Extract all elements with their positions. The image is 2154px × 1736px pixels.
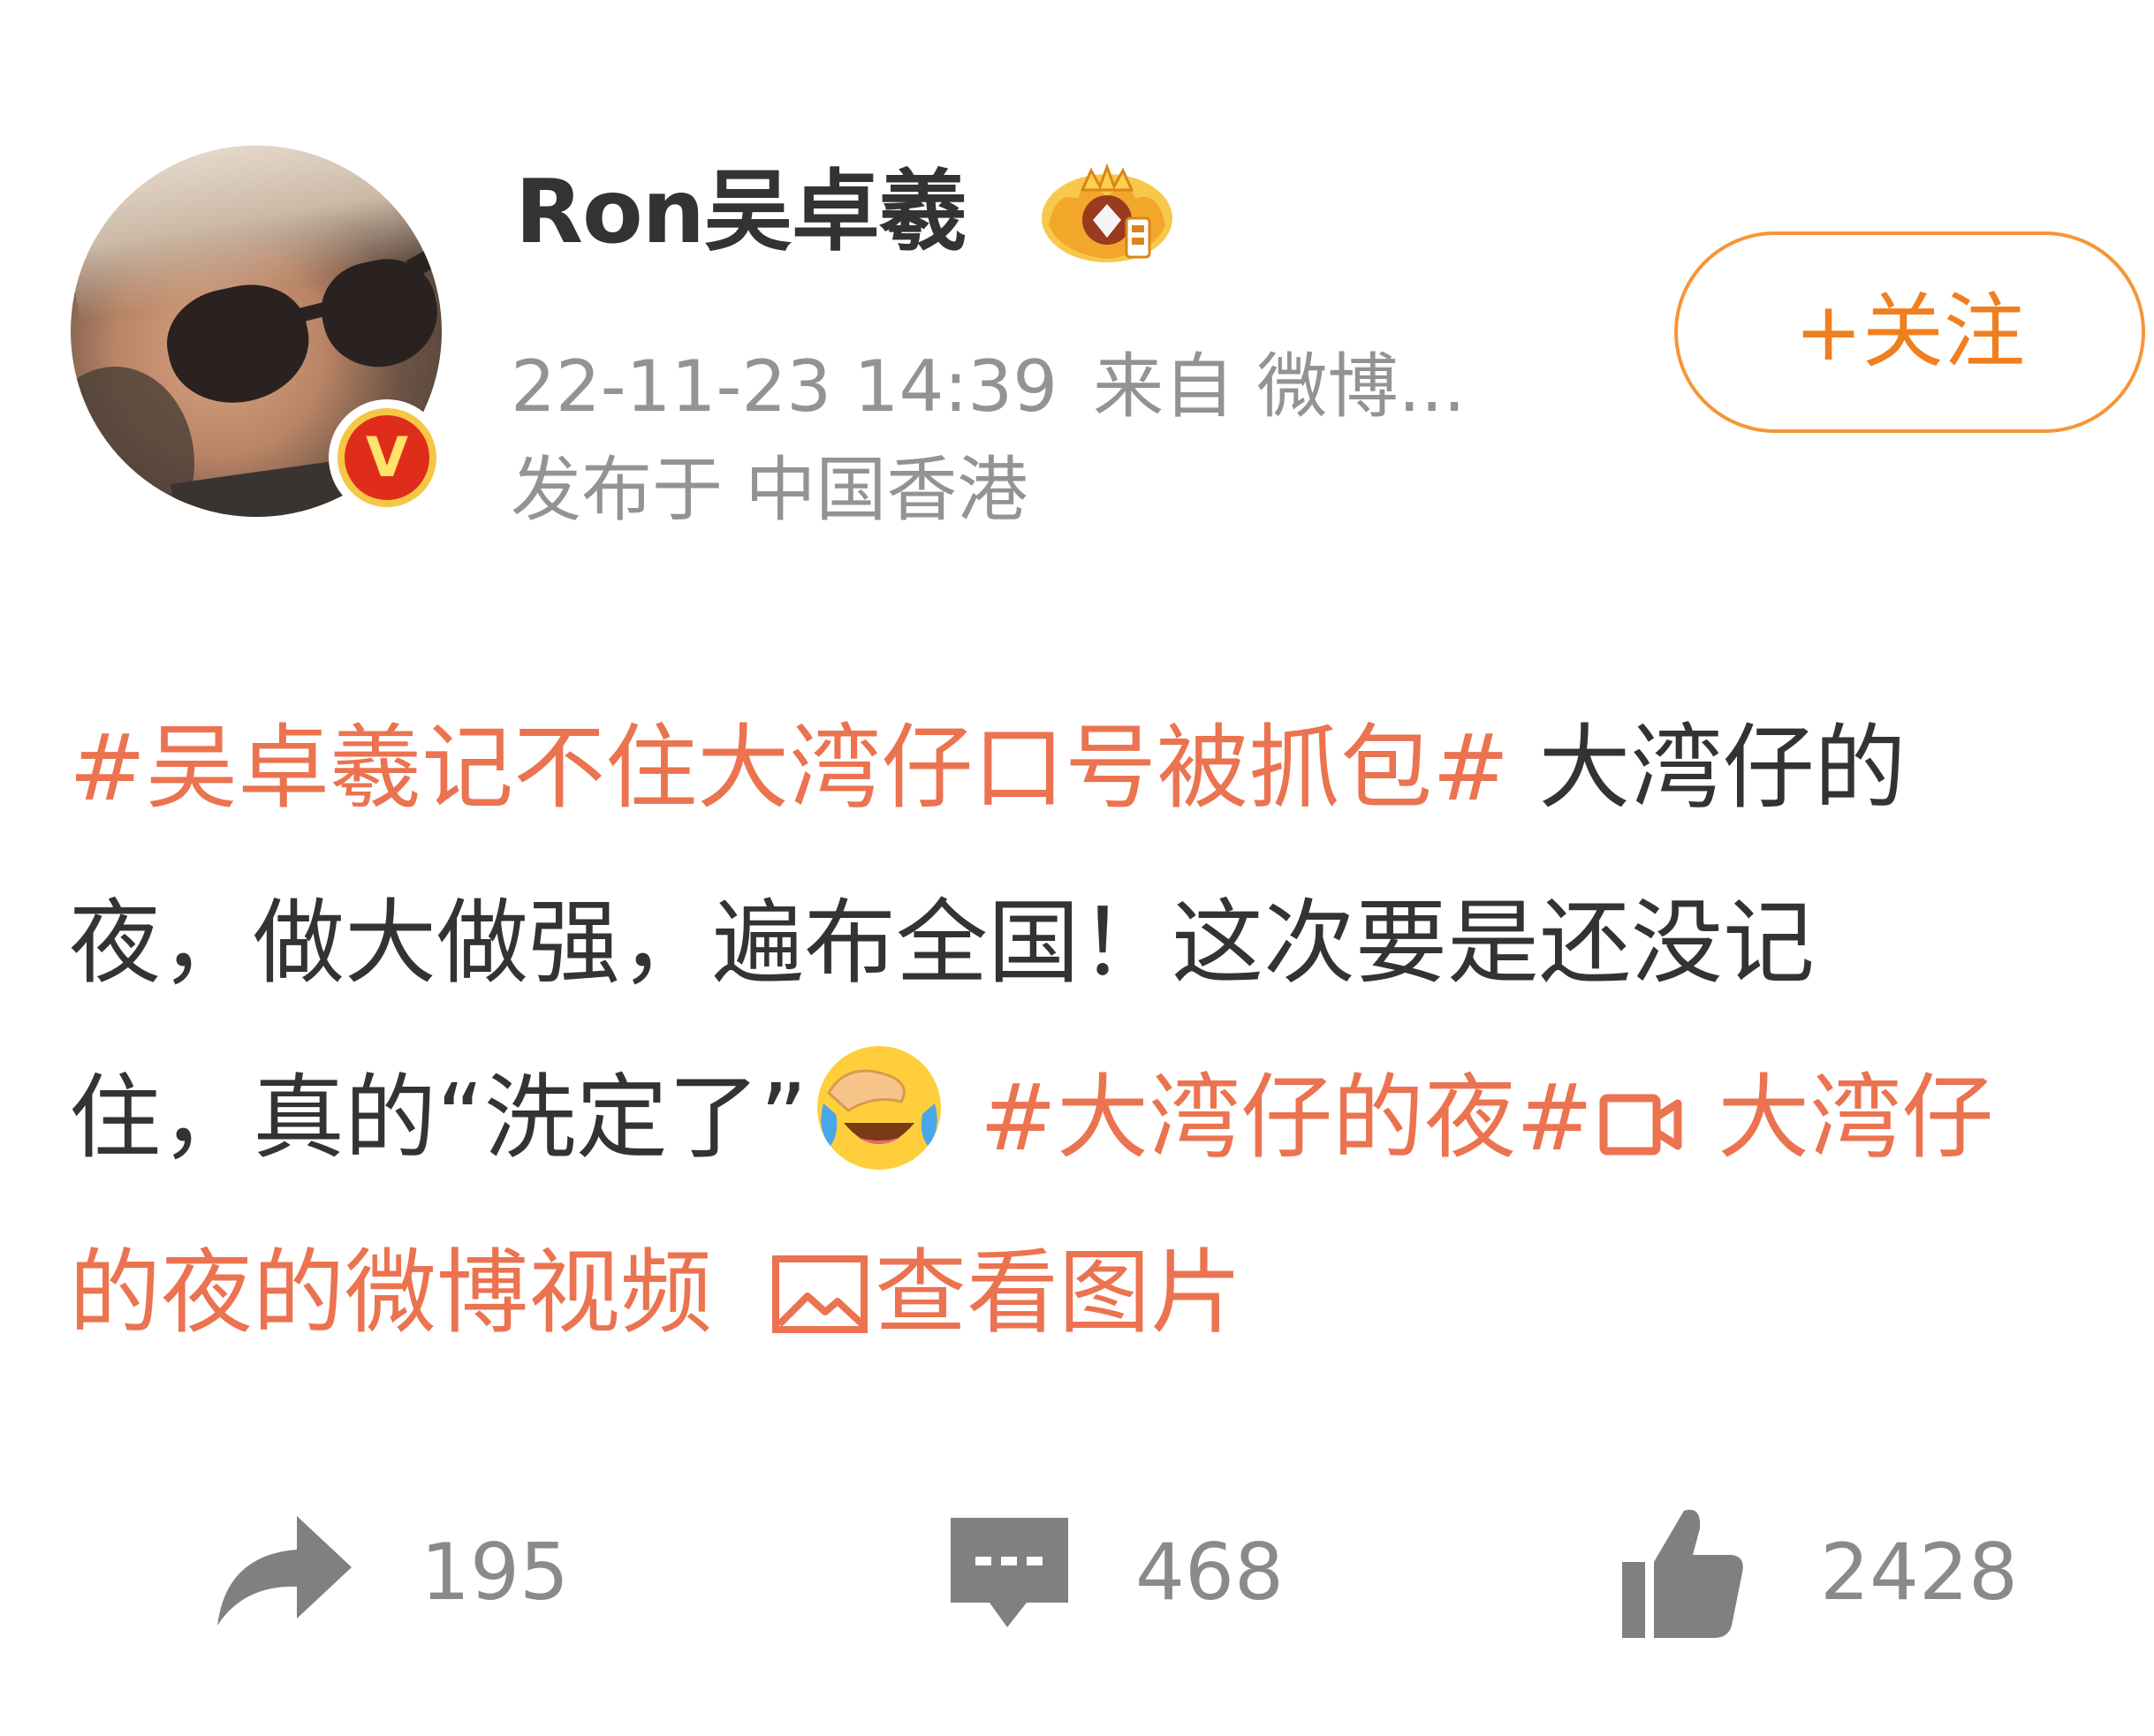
post-line: 住，真的“洗定了” #大湾仔的夜# 大湾仔 [69,1030,2119,1205]
hashtag-link[interactable]: #吴卓羲记不住大湾仔口号被抓包# [69,714,1509,822]
comment-count: 468 [1135,1527,1284,1618]
comment-button[interactable]: 468 [945,1511,1284,1634]
post-content: #吴卓羲记不住大湾仔口号被抓包# 大湾仔的 夜，做大做强，遍布全国！这次要是还没… [69,680,2119,1380]
post-text: 大湾仔的 [1509,714,1907,822]
view-picture-link[interactable]: 查看图片 [875,1239,1242,1346]
comment-icon [951,1518,1068,1627]
video-link[interactable]: 大湾仔 [1688,1064,1993,1171]
action-bar: 195 468 2428 [0,1484,2154,1661]
post-meta: 22-11-23 14:39 来自 微博... [511,352,1501,422]
post-source: 来自 微博... [1093,345,1466,428]
verified-badge-icon: V [329,399,445,516]
post-location: 发布于 中国香港 [511,449,1028,531]
post-line: #吴卓羲记不住大湾仔口号被抓包# 大湾仔的 [69,680,2119,855]
share-count: 195 [421,1527,569,1618]
share-button[interactable]: 195 [209,1511,569,1634]
post-timestamp[interactable]: 22-11-23 14:39 [511,345,1058,428]
hashtag-link[interactable]: #大湾仔的夜# [951,1064,1593,1171]
laugh-cry-emoji [816,1046,941,1170]
follow-button[interactable]: +关注 [1674,231,2145,433]
share-icon [217,1516,352,1626]
like-count: 2428 [1820,1527,2018,1618]
verified-badge-label: V [338,408,436,507]
post-line: 的夜的微博视频 查看图片 [69,1205,2119,1380]
post-text: 住，真的“洗定了” [69,1064,808,1171]
post-header: V Ron吴卓羲 22-11-23 14:39 来自 微博... 发布于 中国香港… [0,0,2154,548]
image-icon[interactable] [770,1254,869,1335]
post-text: 夜，做大做强，遍布全国！这次要是还没记 [69,889,1816,997]
thumbs-up-icon [1622,1509,1743,1638]
video-icon[interactable] [1598,1089,1683,1160]
username[interactable]: Ron吴卓羲 [515,168,967,256]
like-button[interactable]: 2428 [1617,1502,2018,1643]
video-link[interactable]: 的夜的微博视频 [69,1239,712,1346]
crown-icon[interactable] [1038,163,1175,269]
post-line: 夜，做大做强，遍布全国！这次要是还没记 [69,855,2119,1030]
